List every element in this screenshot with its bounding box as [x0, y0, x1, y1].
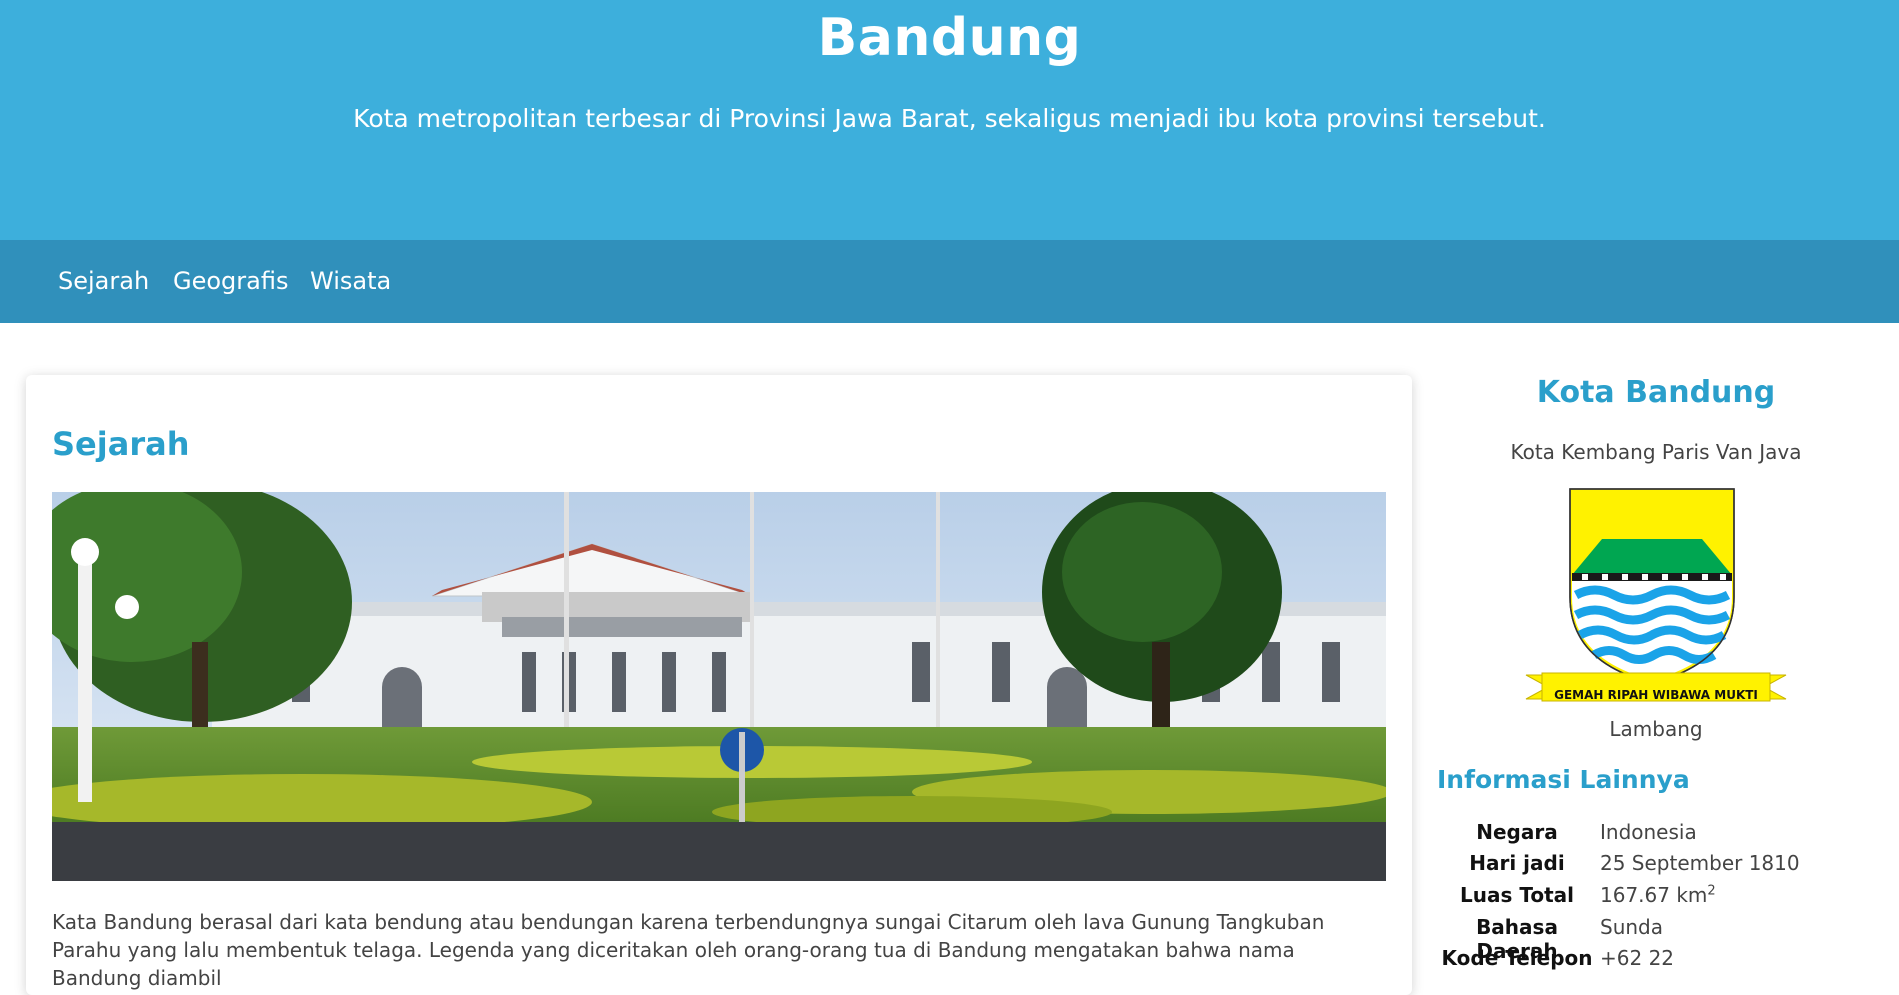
infobox-title: Kota Bandung — [1536, 375, 1776, 410]
info-key: Hari jadi — [1469, 851, 1565, 875]
infobox-subtitle: Kota Kembang Paris Van Java — [1510, 440, 1802, 464]
gedung-sate-photo — [52, 492, 1386, 881]
site-title: Bandung — [817, 8, 1082, 68]
info-key: Kode Telepon — [1441, 946, 1593, 970]
article-card: Sejarah Kata Bandung berasal dari kata b… — [26, 375, 1412, 995]
section-heading: Sejarah — [52, 425, 190, 463]
info-value-sup: 2 — [1707, 883, 1716, 899]
info-row: Hari jadi 25 September 1810 — [1437, 851, 1875, 881]
info-key: Negara — [1476, 820, 1558, 844]
emblem-caption: Lambang — [1609, 717, 1703, 741]
info-value-text: 167.67 km — [1600, 883, 1708, 907]
info-row: Negara Indonesia — [1437, 820, 1875, 850]
site-subtitle: Kota metropolitan terbesar di Provinsi J… — [353, 104, 1546, 133]
info-value: +62 22 — [1600, 946, 1675, 970]
site-header: Bandung Kota metropolitan terbesar di Pr… — [0, 0, 1899, 240]
info-value: 167.67 km2 — [1600, 883, 1716, 907]
nav-item-sejarah[interactable]: Sejarah — [58, 240, 149, 323]
info-value: 25 September 1810 — [1600, 851, 1800, 875]
info-key: Luas Total — [1460, 883, 1574, 907]
info-row: Luas Total 167.67 km2 — [1437, 883, 1875, 913]
nav-bar: Sejarah Geografis Wisata — [0, 240, 1899, 323]
nav-item-geografis[interactable]: Geografis — [173, 240, 288, 323]
info-heading: Informasi Lainnya — [1437, 765, 1690, 794]
nav-item-wisata[interactable]: Wisata — [310, 240, 391, 323]
info-value: Sunda — [1600, 915, 1663, 939]
info-row: Bahasa Daerah Sunda — [1437, 915, 1875, 963]
infobox: Kota Bandung Kota Kembang Paris Van Java — [1437, 375, 1875, 970]
info-row: Kode Telepon +62 22 — [1437, 946, 1875, 976]
article-text: Kata Bandung berasal dari kata bendung a… — [52, 910, 1325, 990]
emblem-motto: GEMAH RIPAH WIBAWA MUKTI — [1554, 688, 1758, 702]
info-value: Indonesia — [1600, 820, 1697, 844]
